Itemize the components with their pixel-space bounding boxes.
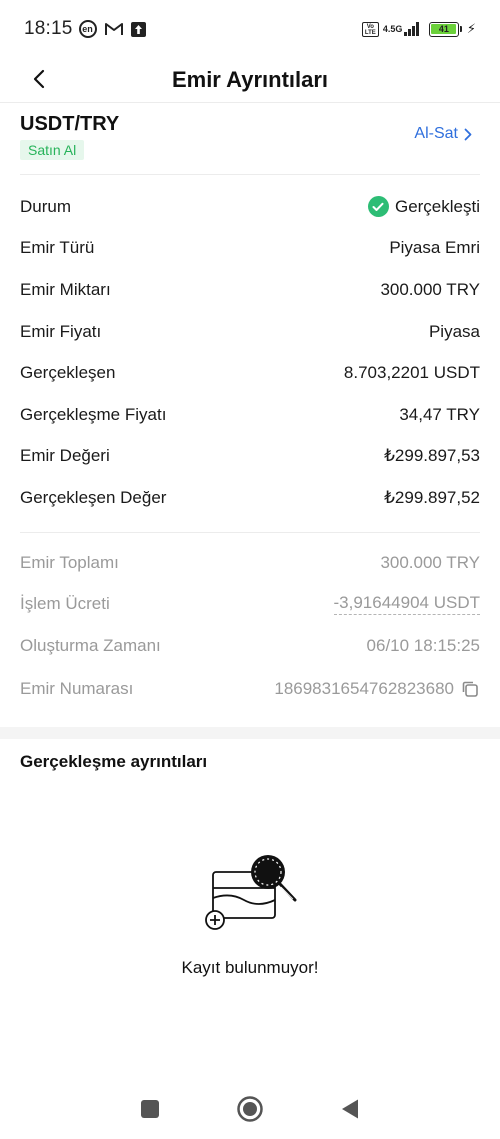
- mail-icon: [104, 22, 123, 36]
- trade-link[interactable]: Al-Sat: [414, 125, 472, 143]
- fills-section-title: Gerçekleşme ayrıntıları: [20, 752, 208, 771]
- header-divider: [0, 102, 500, 103]
- detail-value: Piyasa: [428, 321, 480, 341]
- chevron-left-icon: [33, 69, 45, 89]
- signal-icon: [404, 22, 419, 36]
- empty-state-text: Kayıt bulunmuyor!: [181, 958, 319, 977]
- detail-label: Emir Fiyatı: [20, 321, 102, 341]
- network-type-label: 4.5G: [382, 23, 403, 34]
- chevron-right-icon: [464, 128, 472, 140]
- detail-value: 34,47 TRY: [399, 404, 480, 424]
- meta-row-order-total: Emir Toplamı 300.000 TRY: [20, 542, 480, 584]
- back-triangle-icon: [342, 1099, 358, 1119]
- pair-name: USDT/TRY: [20, 113, 120, 135]
- detail-row-order-amount: Emir Miktarı 300.000 TRY: [20, 269, 480, 311]
- status-value: Gerçekleşti: [367, 196, 480, 218]
- detail-value: ₺299.897,52: [384, 487, 480, 507]
- system-nav-bar: [0, 1084, 500, 1134]
- detail-label: Gerçekleşme Fiyatı: [20, 404, 167, 424]
- meta-row-fee: İşlem Ücreti -3,91644904 USDT: [20, 584, 480, 626]
- battery-level: 41: [431, 24, 457, 34]
- meta-row-order-number: Emir Numarası 1869831654762823680: [20, 667, 480, 711]
- meta-value: 06/10 18:15:25: [366, 635, 480, 655]
- detail-row-order-value: Emir Değeri ₺299.897,53: [20, 436, 480, 478]
- meta-label: İşlem Ücreti: [20, 594, 110, 614]
- home-button[interactable]: [230, 1089, 270, 1129]
- detail-label: Durum: [20, 196, 72, 216]
- detail-row-filled: Gerçekleşen 8.703,2201 USDT: [20, 352, 480, 394]
- section-separator-band: [0, 727, 500, 739]
- detail-value: Gerçekleşti: [394, 196, 480, 216]
- pair-divider: [20, 174, 480, 175]
- meta-value: -3,91644904 USDT: [333, 593, 480, 616]
- detail-row-status: Durum Gerçekleşti: [20, 186, 480, 228]
- home-circle-icon: [237, 1096, 263, 1122]
- page-header: Emir Ayrıntıları: [0, 58, 500, 102]
- detail-value: 8.703,2201 USDT: [343, 363, 480, 383]
- meta-row-created-time: Oluşturma Zamanı 06/10 18:15:25: [20, 625, 480, 667]
- detail-value: ₺299.897,53: [384, 446, 480, 466]
- detail-row-fill-price: Gerçekleşme Fiyatı 34,47 TRY: [20, 394, 480, 436]
- order-side-badge: Satın Al: [20, 140, 85, 160]
- en-icon: en: [78, 20, 97, 38]
- empty-state-icon: [200, 852, 300, 932]
- pair-block: USDT/TRY Satın Al Al-Sat: [20, 113, 480, 165]
- detail-label: Emir Türü: [20, 238, 95, 258]
- trade-link-label: Al-Sat: [414, 125, 458, 142]
- meta-label: Oluşturma Zamanı: [20, 635, 161, 655]
- section-divider: [20, 532, 480, 533]
- back-button[interactable]: [26, 66, 52, 92]
- status-system-icons: Vo LTE 4.5G 41 ⚡: [361, 21, 476, 37]
- volte-icon: Vo LTE: [361, 21, 379, 37]
- copy-icon[interactable]: [460, 679, 480, 699]
- detail-label: Gerçekleşen Değer: [20, 487, 167, 507]
- fee-tooltip-trigger[interactable]: -3,91644904 USDT: [333, 593, 480, 616]
- status-bar: 18:15 en Vo LTE 4.5G 41 ⚡: [0, 0, 500, 58]
- system-back-button[interactable]: [330, 1089, 370, 1129]
- status-notification-icons: en: [78, 20, 146, 38]
- detail-row-order-type: Emir Türü Piyasa Emri: [20, 228, 480, 270]
- order-details-list: Durum Gerçekleşti Emir Türü Piyasa Emri …: [20, 186, 480, 519]
- meta-value: 300.000 TRY: [380, 552, 480, 572]
- meta-label: Emir Numarası: [20, 678, 134, 698]
- upload-icon: [130, 21, 146, 37]
- detail-label: Gerçekleşen: [20, 363, 116, 383]
- detail-label: Emir Miktarı: [20, 279, 111, 299]
- detail-label: Emir Değeri: [20, 446, 110, 466]
- order-meta-list: Emir Toplamı 300.000 TRY İşlem Ücreti -3…: [20, 542, 480, 711]
- meta-value: 1869831654762823680: [274, 678, 454, 698]
- charging-icon: ⚡: [466, 21, 476, 36]
- check-circle-icon: [367, 196, 389, 218]
- status-time: 18:15: [24, 18, 73, 39]
- detail-value: Piyasa Emri: [389, 238, 480, 258]
- battery-icon: 41: [428, 21, 462, 37]
- detail-row-filled-value: Gerçekleşen Değer ₺299.897,52: [20, 477, 480, 519]
- meta-label: Emir Toplamı: [20, 552, 119, 572]
- recents-button[interactable]: [130, 1089, 170, 1129]
- detail-row-order-price: Emir Fiyatı Piyasa: [20, 311, 480, 353]
- order-number-value: 1869831654762823680: [274, 679, 480, 699]
- detail-value: 300.000 TRY: [380, 279, 480, 299]
- page-title: Emir Ayrıntıları: [171, 67, 329, 92]
- recents-square-icon: [141, 1100, 159, 1118]
